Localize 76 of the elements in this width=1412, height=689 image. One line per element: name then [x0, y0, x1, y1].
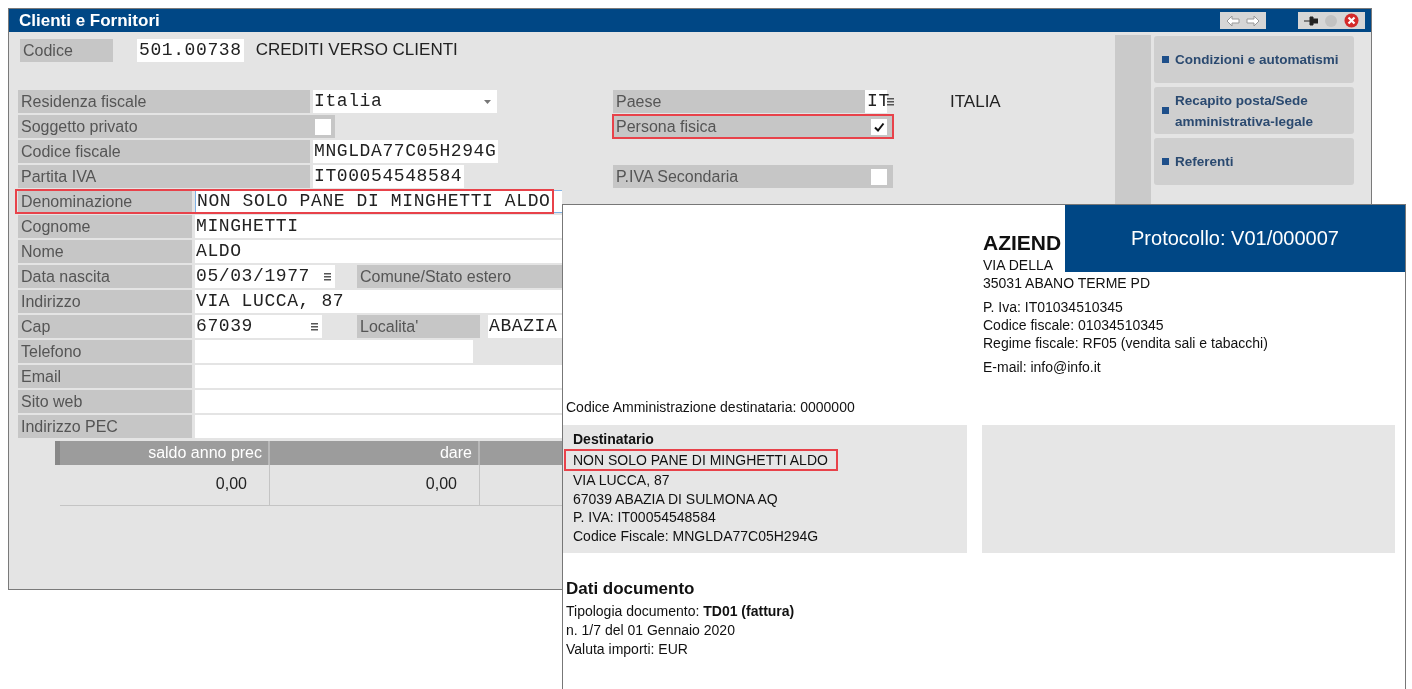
tax-line: Codice fiscale: 01034510345 — [983, 316, 1165, 334]
detail-line: n. 1/7 del 01 Gennaio 2020 — [566, 621, 736, 640]
detail-line: Tipologia documento: TD01 (fattura) — [566, 602, 796, 621]
account-description: CREDITI VERSO CLIENTI — [255, 40, 458, 60]
section-title: Dati documento — [566, 579, 696, 598]
field-label: Residenza fiscale — [18, 90, 310, 113]
back-icon[interactable] — [1226, 14, 1240, 27]
column-header: saldo anno prec — [60, 441, 270, 465]
lines-icon[interactable] — [311, 322, 318, 331]
field-label: Paese — [613, 90, 865, 113]
forward-icon[interactable] — [1246, 14, 1260, 27]
text-field[interactable] — [195, 365, 562, 388]
panel-title: Destinatario — [572, 430, 655, 449]
field-label: Indirizzo — [18, 290, 192, 313]
field-label: Data nascita — [18, 265, 192, 288]
lines-icon[interactable] — [324, 272, 331, 281]
checkbox[interactable] — [315, 118, 331, 135]
field-label: Nome — [18, 240, 192, 263]
text-field[interactable]: ALDO — [195, 240, 562, 263]
text-field[interactable]: NON SOLO PANE DI MINGHETTI ALDO — [195, 190, 562, 213]
dropdown-field[interactable]: Italia — [313, 90, 497, 113]
code-field[interactable]: 501.00738 — [137, 38, 244, 62]
text-field[interactable] — [195, 340, 473, 363]
field-label: Sito web — [18, 390, 192, 413]
recipient-line: P. IVA: IT00054548584 — [572, 508, 717, 527]
email-line: E-mail: info@info.it — [983, 358, 1102, 376]
close-icon[interactable] — [1344, 13, 1359, 28]
address-line: VIA DELLA — [983, 256, 1055, 274]
field-label: Denominazione — [18, 190, 192, 213]
field-label: Cap — [18, 315, 192, 338]
field-label: Codice fiscale — [18, 140, 310, 163]
field-label: Indirizzo PEC — [18, 415, 192, 438]
postcode-field[interactable]: 67039 — [195, 315, 322, 338]
tax-line: Regime fiscale: RF05 (vendita sali e tabacchi) — [983, 334, 1269, 352]
field-label: Cognome — [18, 215, 192, 238]
checkbox[interactable] — [871, 168, 887, 185]
window-title: Clienti e Fornitori — [19, 10, 161, 31]
recipient-line: 67039 ABAZIA DI SULMONA AQ — [572, 489, 779, 508]
field-label: P.IVA Secondaria — [613, 165, 865, 188]
sidebar-button[interactable]: Recapito posta/Sede amministrativa-legale — [1154, 87, 1354, 134]
sidebar-button[interactable]: Referenti — [1154, 138, 1354, 185]
field-label: Comune/Stato estero — [357, 265, 562, 288]
recipient-code: Codice Amministrazione destinataria: 0000000 — [566, 398, 856, 416]
protocol-banner: Protocollo: V01/000007 — [1065, 205, 1405, 272]
field-label: Codice — [20, 38, 113, 62]
lookup-field[interactable]: IT — [865, 90, 887, 113]
pin-icon[interactable] — [1304, 14, 1318, 27]
column-header: dare — [270, 441, 480, 465]
recipient-line: NON SOLO PANE DI MINGHETTI ALDO — [566, 450, 836, 469]
checkbox[interactable] — [871, 118, 887, 135]
date-field[interactable]: 05/03/1977 — [195, 265, 335, 288]
address-line: 35031 ABANO TERME PD — [983, 274, 1152, 292]
detail-line: Valuta importi: EUR — [566, 640, 689, 659]
text-field[interactable]: MNGLDA77C05H294G — [313, 140, 499, 163]
sidebar-button[interactable]: Condizioni e automatismi — [1154, 36, 1354, 83]
recipient-line: VIA LUCCA, 87 — [572, 471, 671, 490]
field-label: Email — [18, 365, 192, 388]
text-field[interactable]: MINGHETTI — [195, 215, 562, 238]
recipient-line: Codice Fiscale: MNGLDA77C05H294G — [572, 526, 820, 545]
text-field[interactable]: IT00054548584 — [313, 165, 465, 188]
company-name: AZIEND — [983, 230, 1062, 256]
table-cell: 0,00 — [60, 465, 270, 505]
text-field[interactable]: ABAZIA — [488, 315, 562, 338]
caret-icon — [484, 99, 491, 104]
text-field[interactable] — [195, 415, 562, 438]
field-label: Partita IVA — [18, 165, 310, 188]
field-label: Telefono — [18, 340, 192, 363]
tax-line: P. Iva: IT01034510345 — [983, 298, 1124, 316]
table-cell: 0,00 — [270, 465, 480, 505]
field-label: Localita' — [357, 315, 480, 338]
text-field[interactable]: VIA LUCCA, 87 — [195, 290, 562, 313]
text-field[interactable] — [195, 390, 562, 413]
country-name: ITALIA — [950, 91, 1001, 112]
field-label: Persona fisica — [613, 115, 865, 138]
lines-icon[interactable] — [887, 97, 894, 106]
field-label: Soggetto privato — [18, 115, 310, 138]
